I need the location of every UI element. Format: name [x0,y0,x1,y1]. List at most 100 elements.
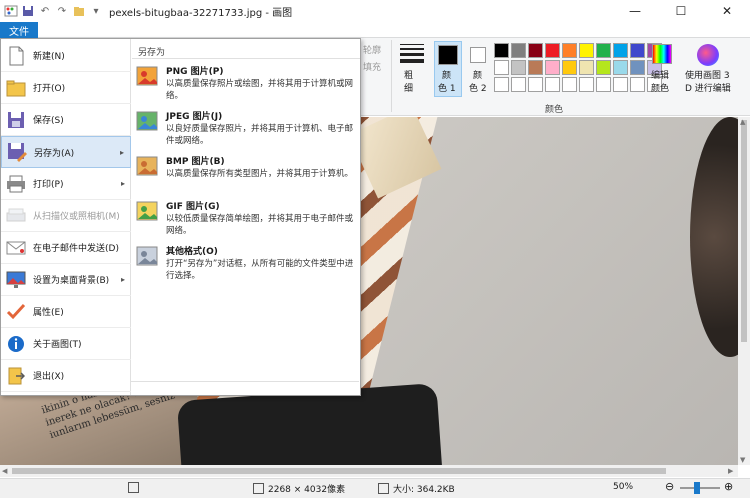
file-size-icon [378,483,389,494]
palette-swatch[interactable] [511,60,526,75]
minimize-icon: — [629,4,641,18]
palette-swatch[interactable] [613,60,628,75]
dimensions-icon [253,483,264,494]
scroll-down-arrow-icon[interactable]: ▼ [740,456,745,464]
zoom-out-icon[interactable]: ⊖ [665,480,674,493]
file-menu-item-open-folder[interactable]: 打开(O) [1,72,131,104]
file-menu-item-desktop-background[interactable]: 设置为桌面背景(B) ▸ [1,264,131,296]
horizontal-scroll-thumb[interactable] [12,468,666,474]
palette-swatch[interactable] [545,77,560,92]
palette-swatch[interactable] [511,43,526,58]
scanner-icon [5,205,27,227]
scroll-up-arrow-icon[interactable]: ▲ [740,118,745,126]
palette-swatch[interactable] [579,77,594,92]
format-description: 以高质量保存照片或绘图，并将其用于计算机或网络。 [166,79,354,101]
file-menu-item-new-document[interactable]: 新建(N) [1,40,131,72]
palette-swatch[interactable] [494,77,509,92]
submenu-arrow-icon[interactable]: ▸ [121,179,125,188]
save-icon[interactable] [21,4,35,18]
color2-button[interactable] [470,47,486,63]
save-as-format-png[interactable]: PNG 图片(P) 以高质量保存照片或绘图，并将其用于计算机或网络。 [136,61,358,105]
palette-swatch[interactable] [613,43,628,58]
bmp-file-icon [136,155,160,179]
palette-swatch[interactable] [579,43,594,58]
palette-swatch[interactable] [630,60,645,75]
palette-swatch[interactable] [545,60,560,75]
file-menu-item-email[interactable]: 在电子邮件中发送(D) [1,232,131,264]
submenu-arrow-icon[interactable]: ▸ [121,275,125,284]
stroke-size-icon[interactable] [400,44,424,66]
file-menu-item-save-as[interactable]: 另存为(A) ▸ [1,136,131,168]
stroke-size-label-1[interactable]: 粗 [404,70,413,82]
save-as-format-jpeg[interactable]: JPEG 图片(J) 以良好质量保存照片，并将其用于计算机、电子邮件或网络。 [136,106,358,150]
palette-swatch[interactable] [579,60,594,75]
scroll-left-arrow-icon[interactable]: ◀ [2,467,7,475]
paint3d-label-1[interactable]: 使用画图 3 [685,70,730,82]
zoom-in-icon[interactable]: ⊕ [724,480,733,493]
maximize-button[interactable]: ☐ [658,0,704,22]
palette-swatch[interactable] [511,77,526,92]
palette-swatch[interactable] [528,60,543,75]
file-menu-item-save-floppy[interactable]: 保存(S) [1,104,131,136]
palette-swatch[interactable] [562,77,577,92]
info-icon [5,333,27,355]
palette-swatch[interactable] [596,60,611,75]
format-description: 以良好质量保存照片，并将其用于计算机、电子邮件或网络。 [166,124,354,146]
customize-toolbar-icon[interactable]: ▾ [89,4,103,18]
palette-swatch[interactable] [528,77,543,92]
stroke-size-label-2[interactable]: 细 [404,83,413,95]
minimize-button[interactable]: — [612,0,658,22]
file-menu-item-label: 打开(O) [33,84,66,94]
format-name: JPEG 图片(J) [166,112,223,122]
palette-swatch[interactable] [596,77,611,92]
file-tab[interactable]: 文件 [0,22,38,38]
open-folder-icon [5,77,27,99]
palette-swatch[interactable] [545,43,560,58]
edit-colors-label-2[interactable]: 颜色 [651,83,669,95]
paint3d-icon[interactable] [697,44,719,66]
file-menu-item-exit[interactable]: 退出(X) [1,360,131,392]
palette-swatch[interactable] [562,43,577,58]
save-as-format-other-formats[interactable]: 其他格式(O) 打开“另存为”对话框，从所有可能的文件类型中进行选择。 [136,241,358,285]
color-palette[interactable] [494,43,662,92]
image-dimensions-text: 2268 × 4032像素 [268,485,346,495]
palette-swatch[interactable] [562,60,577,75]
vertical-scroll-thumb[interactable] [741,120,747,342]
zoom-slider[interactable] [680,487,720,489]
palette-swatch[interactable] [630,77,645,92]
file-menu-item-printer[interactable]: 打印(P) ▸ [1,168,131,200]
file-menu-item-info[interactable]: 关于画图(T) [1,328,131,360]
edit-colors-label-1[interactable]: 编辑 [651,70,669,82]
redo-icon[interactable]: ↷ [55,4,69,18]
palette-swatch[interactable] [596,43,611,58]
close-button[interactable]: ✕ [704,0,750,22]
scroll-right-arrow-icon[interactable]: ▶ [728,467,733,475]
open-folder-icon[interactable] [72,4,86,18]
paint3d-label-2[interactable]: D 进行编辑 [685,83,731,95]
file-menu-item-label: 退出(X) [33,372,65,382]
file-size: 大小: 364.2KB [378,482,455,495]
file-menu-item-properties-checkmark[interactable]: 属性(E) [1,296,131,328]
close-icon: ✕ [721,4,733,18]
save-as-format-bmp[interactable]: BMP 图片(B) 以高质量保存所有类型图片，并将其用于计算机。 [136,151,358,195]
fill-label[interactable]: 填充 [363,60,381,73]
palette-swatch[interactable] [630,43,645,58]
color2-label-2: 色 2 [469,84,487,94]
outline-label[interactable]: 轮廓 [363,43,381,56]
cursor-position-icon [128,482,139,493]
palette-swatch[interactable] [528,43,543,58]
save-as-format-gif[interactable]: GIF 图片(G) 以较低质量保存简单绘图，并将其用于电子邮件或网络。 [136,196,358,240]
palette-swatch[interactable] [613,77,628,92]
zoom-slider-thumb[interactable] [694,482,700,494]
new-document-icon [5,45,27,67]
palette-swatch[interactable] [494,43,509,58]
file-menu-item-label: 保存(S) [33,116,64,126]
palette-swatch[interactable] [494,60,509,75]
format-name: BMP 图片(B) [166,157,225,167]
format-name: 其他格式(O) [166,247,218,257]
submenu-arrow-icon[interactable]: ▸ [120,148,124,157]
edit-colors-icon[interactable] [652,44,672,64]
undo-icon[interactable]: ↶ [38,4,52,18]
color1-label-2: 色 1 [438,84,456,94]
email-icon [5,237,27,259]
